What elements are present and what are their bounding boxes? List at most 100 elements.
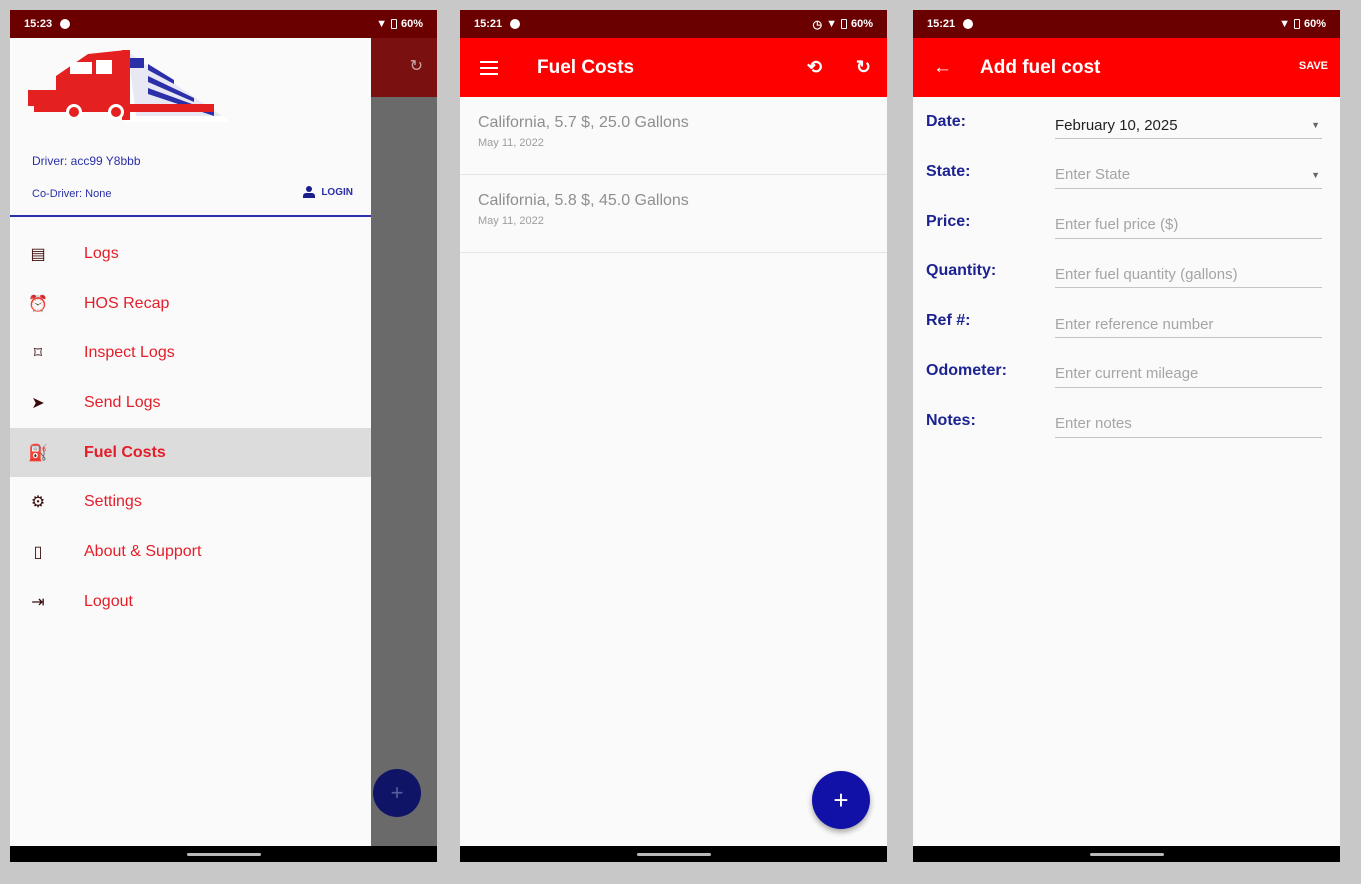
logout-icon: ⇥: [31, 593, 45, 611]
status-bar: 15:23 ▼ 60%: [10, 10, 437, 38]
home-handle[interactable]: [636, 853, 711, 856]
list-item[interactable]: California, 5.7 $, 25.0 Gallons May 11, …: [460, 97, 887, 175]
page-title: Add fuel cost: [980, 56, 1101, 78]
background-appbar: ↻: [371, 38, 437, 97]
price-placeholder: Enter fuel price ($): [1055, 216, 1179, 234]
menu-item-logout[interactable]: ⇥ Logout: [10, 577, 371, 627]
entry-date: May 11, 2022: [478, 215, 544, 227]
menu-item-fuel-costs[interactable]: ⛽ Fuel Costs: [10, 427, 371, 478]
login-label: LOGIN: [321, 186, 353, 198]
status-time: 15:21: [927, 18, 956, 30]
menu-item-label: HOS Recap: [84, 294, 170, 312]
odometer-placeholder: Enter current mileage: [1055, 365, 1199, 383]
menu-item-about-support[interactable]: ▯ About & Support: [10, 527, 371, 577]
date-value: February 10, 2025: [1055, 116, 1178, 134]
dropdown-arrow-icon: ▼: [1311, 120, 1320, 130]
fuel-cost-list: California, 5.7 $, 25.0 Gallons May 11, …: [460, 97, 887, 253]
system-nav-bar: [460, 846, 887, 862]
system-nav-bar: [913, 846, 1340, 862]
menu-item-inspect-logs[interactable]: ⌑ Inspect Logs: [10, 328, 371, 378]
alarm-clock-icon: ⏰: [28, 295, 48, 313]
entry-date: May 11, 2022: [478, 137, 544, 149]
menu-item-label: Logs: [84, 244, 119, 262]
menu-item-hos-recap[interactable]: ⏰ HOS Recap: [10, 279, 371, 329]
battery-icon: [1293, 19, 1300, 29]
state-row: State: Enter State ▼: [913, 156, 1340, 206]
price-row: Price: Enter fuel price ($): [913, 206, 1340, 256]
fuel-pump-icon: ⛽: [28, 444, 48, 462]
menu-item-label: Inspect Logs: [84, 344, 175, 362]
notification-icon: [60, 19, 71, 29]
background-fab: +: [373, 769, 421, 817]
wifi-icon: ▼: [826, 18, 837, 30]
battery-level: 60%: [400, 18, 423, 30]
ref-input[interactable]: Enter reference number: [1055, 305, 1322, 339]
notes-input[interactable]: Enter notes: [1055, 405, 1322, 438]
state-select[interactable]: Enter State ▼: [1055, 156, 1322, 189]
refresh-icon: ↻: [409, 58, 423, 75]
odometer-input[interactable]: Enter current mileage: [1055, 355, 1322, 388]
driver-name: Driver: acc99 Y8bbb: [32, 154, 141, 168]
back-arrow-icon[interactable]: ←: [933, 57, 952, 79]
fuel-cost-form: Date: February 10, 2025 ▼ State: Enter S…: [913, 97, 1340, 455]
send-icon: ➤: [31, 394, 45, 412]
menu-item-label: Send Logs: [84, 393, 161, 411]
app-bar: ← Add fuel cost SAVE: [913, 38, 1340, 97]
state-placeholder: Enter State: [1055, 166, 1131, 184]
price-input[interactable]: Enter fuel price ($): [1055, 206, 1322, 239]
quantity-label: Quantity:: [926, 262, 997, 280]
home-handle[interactable]: [1089, 853, 1164, 856]
status-time: 15:21: [474, 18, 503, 30]
add-fuel-cost-button[interactable]: +: [812, 771, 870, 829]
menu-item-send-logs[interactable]: ➤ Send Logs: [10, 378, 371, 428]
date-row: Date: February 10, 2025 ▼: [913, 106, 1340, 156]
drawer-menu: ▤ Logs ⏰ HOS Recap ⌑ Inspect Logs ➤ Send…: [10, 229, 371, 627]
fuel-costs-screen: 15:21 ◷ ▼ 60% Fuel Costs ⟲ ↻ California, 5…: [460, 10, 887, 862]
menu-item-settings[interactable]: ⚙ Settings: [10, 477, 371, 527]
inspect-icon: ⌑: [33, 345, 43, 363]
save-button[interactable]: SAVE: [1299, 60, 1328, 72]
menu-item-label: About & Support: [84, 542, 202, 560]
date-picker[interactable]: February 10, 2025 ▼: [1055, 106, 1322, 139]
app-bar: Fuel Costs ⟲ ↻: [460, 38, 887, 97]
status-bar: 15:21 ▼ 60%: [913, 10, 1340, 38]
menu-item-logs[interactable]: ▤ Logs: [10, 229, 371, 279]
drawer-screen: 15:23 ▼ 60% ↻ + Driver: acc99 Y8bbb Co-D…: [10, 10, 437, 862]
list-item[interactable]: California, 5.8 $, 45.0 Gallons May 11, …: [460, 175, 887, 253]
dimmed-background[interactable]: ↻ +: [371, 38, 437, 846]
battery-level: 60%: [850, 18, 873, 30]
notes-label: Notes:: [926, 411, 976, 429]
ref-label: Ref #:: [926, 312, 971, 330]
odometer-row: Odometer: Enter current mileage: [913, 355, 1340, 405]
quantity-placeholder: Enter fuel quantity (gallons): [1055, 265, 1238, 283]
notification-icon: [963, 19, 974, 29]
drawer-header: Driver: acc99 Y8bbb Co-Driver: None LOGI…: [10, 38, 371, 217]
battery-icon: [840, 19, 847, 29]
odometer-label: Odometer:: [926, 361, 1007, 379]
page-title: Fuel Costs: [537, 56, 635, 78]
state-label: State:: [926, 162, 971, 180]
alarm-status-icon: ◷: [812, 18, 823, 31]
person-icon: [303, 186, 316, 198]
sync-icon[interactable]: ⟲: [807, 57, 822, 78]
status-bar: 15:21 ◷ ▼ 60%: [460, 10, 887, 38]
quantity-row: Quantity: Enter fuel quantity (gallons): [913, 255, 1340, 305]
truck-logo: [28, 50, 231, 122]
menu-icon[interactable]: [480, 60, 498, 75]
menu-item-label: Fuel Costs: [84, 443, 166, 461]
quantity-input[interactable]: Enter fuel quantity (gallons): [1055, 255, 1322, 289]
status-time: 15:23: [24, 18, 53, 30]
battery-icon: [390, 19, 397, 29]
home-handle[interactable]: [186, 853, 261, 856]
navigation-drawer: Driver: acc99 Y8bbb Co-Driver: None LOGI…: [10, 38, 371, 846]
dropdown-arrow-icon: ▼: [1311, 169, 1320, 180]
system-nav-bar: [10, 846, 437, 862]
wifi-icon: ▼: [376, 18, 387, 30]
battery-level: 60%: [1303, 18, 1326, 30]
notes-row: Notes: Enter notes: [913, 405, 1340, 455]
notification-icon: [510, 19, 521, 29]
ref-row: Ref #: Enter reference number: [913, 305, 1340, 355]
refresh-icon[interactable]: ↻: [856, 57, 871, 78]
login-button[interactable]: LOGIN: [303, 186, 353, 198]
menu-item-label: Settings: [84, 493, 142, 511]
